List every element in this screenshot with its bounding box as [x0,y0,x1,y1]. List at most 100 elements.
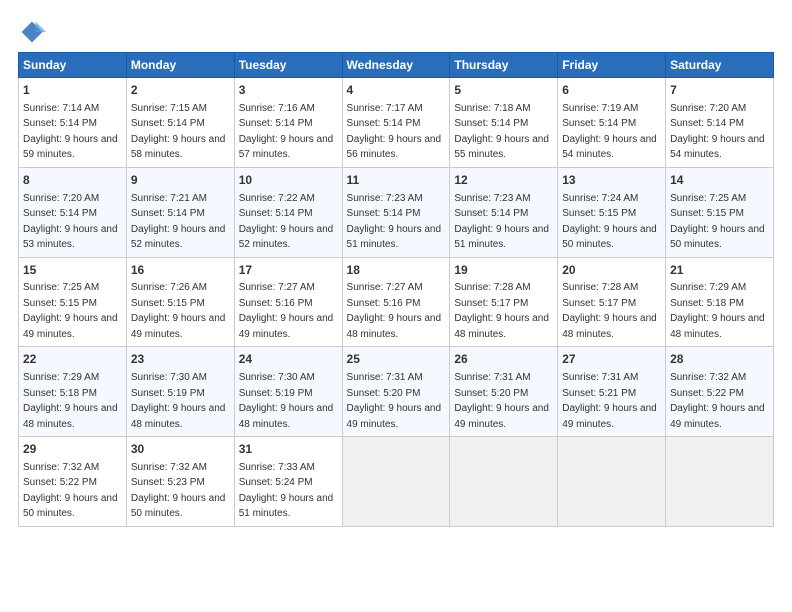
day-number: 3 [239,82,338,99]
day-detail: Sunrise: 7:26 AMSunset: 5:15 PMDaylight:… [131,282,226,340]
day-detail: Sunrise: 7:32 AMSunset: 5:22 PMDaylight:… [23,462,118,520]
day-cell: 27 Sunrise: 7:31 AMSunset: 5:21 PMDayligh… [558,347,666,437]
week-row-3: 15Sunrise: 7:25 AMSunset: 5:15 PMDayligh… [19,257,774,347]
day-cell: 12 Sunrise: 7:23 AMSunset: 5:14 PMDayligh… [450,167,558,257]
day-detail: Sunrise: 7:20 AMSunset: 5:14 PMDaylight:… [670,103,765,161]
col-header-wednesday: Wednesday [342,53,450,78]
day-cell: 8 Sunrise: 7:20 AMSunset: 5:14 PMDaylight… [19,167,127,257]
day-detail: Sunrise: 7:31 AMSunset: 5:21 PMDaylight:… [562,372,657,430]
day-number: 23 [131,351,230,368]
day-detail: Sunrise: 7:18 AMSunset: 5:14 PMDaylight:… [454,103,549,161]
week-row-4: 22Sunrise: 7:29 AMSunset: 5:18 PMDayligh… [19,347,774,437]
day-detail: Sunrise: 7:25 AMSunset: 5:15 PMDaylight:… [670,193,765,251]
day-cell: 22Sunrise: 7:29 AMSunset: 5:18 PMDayligh… [19,347,127,437]
day-cell: 1 Sunrise: 7:14 AMSunset: 5:14 PMDaylight… [19,78,127,168]
day-cell: 21 Sunrise: 7:29 AMSunset: 5:18 PMDayligh… [666,257,774,347]
day-number: 1 [23,82,122,99]
day-cell: 24 Sunrise: 7:30 AMSunset: 5:19 PMDayligh… [234,347,342,437]
day-detail: Sunrise: 7:33 AMSunset: 5:24 PMDaylight:… [239,462,334,520]
day-detail: Sunrise: 7:28 AMSunset: 5:17 PMDaylight:… [454,282,549,340]
day-cell: 9 Sunrise: 7:21 AMSunset: 5:14 PMDaylight… [126,167,234,257]
day-number: 8 [23,172,122,189]
day-cell: 16 Sunrise: 7:26 AMSunset: 5:15 PMDayligh… [126,257,234,347]
day-cell [450,437,558,527]
day-cell: 10Sunrise: 7:22 AMSunset: 5:14 PMDayligh… [234,167,342,257]
day-detail: Sunrise: 7:23 AMSunset: 5:14 PMDaylight:… [347,193,442,251]
col-header-sunday: Sunday [19,53,127,78]
day-cell: 31 Sunrise: 7:33 AMSunset: 5:24 PMDayligh… [234,437,342,527]
header-row: SundayMondayTuesdayWednesdayThursdayFrid… [19,53,774,78]
day-cell: 30 Sunrise: 7:32 AMSunset: 5:23 PMDayligh… [126,437,234,527]
day-number: 26 [454,351,553,368]
day-detail: Sunrise: 7:32 AMSunset: 5:23 PMDaylight:… [131,462,226,520]
week-row-5: 29Sunrise: 7:32 AMSunset: 5:22 PMDayligh… [19,437,774,527]
day-number: 21 [670,262,769,279]
day-number: 25 [347,351,446,368]
day-cell: 17 Sunrise: 7:27 AMSunset: 5:16 PMDayligh… [234,257,342,347]
day-detail: Sunrise: 7:31 AMSunset: 5:20 PMDaylight:… [454,372,549,430]
col-header-friday: Friday [558,53,666,78]
day-cell [342,437,450,527]
day-cell: 28Sunrise: 7:32 AMSunset: 5:22 PMDayligh… [666,347,774,437]
header [18,18,774,46]
day-detail: Sunrise: 7:19 AMSunset: 5:14 PMDaylight:… [562,103,657,161]
day-cell: 5Sunrise: 7:18 AMSunset: 5:14 PMDaylight… [450,78,558,168]
day-number: 2 [131,82,230,99]
day-number: 27 [562,351,661,368]
day-detail: Sunrise: 7:29 AMSunset: 5:18 PMDaylight:… [670,282,765,340]
day-detail: Sunrise: 7:20 AMSunset: 5:14 PMDaylight:… [23,193,118,251]
day-detail: Sunrise: 7:14 AMSunset: 5:14 PMDaylight:… [23,103,118,161]
day-number: 19 [454,262,553,279]
day-detail: Sunrise: 7:23 AMSunset: 5:14 PMDaylight:… [454,193,549,251]
day-cell: 14 Sunrise: 7:25 AMSunset: 5:15 PMDayligh… [666,167,774,257]
day-number: 4 [347,82,446,99]
day-cell: 13 Sunrise: 7:24 AMSunset: 5:15 PMDayligh… [558,167,666,257]
day-cell: 19 Sunrise: 7:28 AMSunset: 5:17 PMDayligh… [450,257,558,347]
logo-icon [18,18,46,46]
calendar-page: SundayMondayTuesdayWednesdayThursdayFrid… [0,0,792,612]
day-detail: Sunrise: 7:25 AMSunset: 5:15 PMDaylight:… [23,282,118,340]
day-number: 24 [239,351,338,368]
day-cell: 23 Sunrise: 7:30 AMSunset: 5:19 PMDayligh… [126,347,234,437]
day-detail: Sunrise: 7:30 AMSunset: 5:19 PMDaylight:… [239,372,334,430]
day-number: 9 [131,172,230,189]
day-number: 31 [239,441,338,458]
day-number: 20 [562,262,661,279]
col-header-tuesday: Tuesday [234,53,342,78]
day-cell: 4 Sunrise: 7:17 AMSunset: 5:14 PMDaylight… [342,78,450,168]
day-cell: 25Sunrise: 7:31 AMSunset: 5:20 PMDayligh… [342,347,450,437]
day-cell: 26 Sunrise: 7:31 AMSunset: 5:20 PMDayligh… [450,347,558,437]
day-cell: 3 Sunrise: 7:16 AMSunset: 5:14 PMDaylight… [234,78,342,168]
day-cell: 11 Sunrise: 7:23 AMSunset: 5:14 PMDayligh… [342,167,450,257]
day-detail: Sunrise: 7:16 AMSunset: 5:14 PMDaylight:… [239,103,334,161]
day-detail: Sunrise: 7:21 AMSunset: 5:14 PMDaylight:… [131,193,226,251]
day-number: 7 [670,82,769,99]
day-detail: Sunrise: 7:30 AMSunset: 5:19 PMDaylight:… [131,372,226,430]
day-number: 11 [347,172,446,189]
week-row-2: 8 Sunrise: 7:20 AMSunset: 5:14 PMDaylight… [19,167,774,257]
day-number: 22 [23,351,122,368]
day-detail: Sunrise: 7:28 AMSunset: 5:17 PMDaylight:… [562,282,657,340]
day-cell: 18 Sunrise: 7:27 AMSunset: 5:16 PMDayligh… [342,257,450,347]
day-cell: 7 Sunrise: 7:20 AMSunset: 5:14 PMDaylight… [666,78,774,168]
day-cell: 29Sunrise: 7:32 AMSunset: 5:22 PMDayligh… [19,437,127,527]
day-number: 14 [670,172,769,189]
day-detail: Sunrise: 7:24 AMSunset: 5:15 PMDaylight:… [562,193,657,251]
day-number: 18 [347,262,446,279]
col-header-saturday: Saturday [666,53,774,78]
day-number: 16 [131,262,230,279]
day-cell [666,437,774,527]
day-cell: 15Sunrise: 7:25 AMSunset: 5:15 PMDayligh… [19,257,127,347]
day-number: 17 [239,262,338,279]
col-header-monday: Monday [126,53,234,78]
day-number: 12 [454,172,553,189]
day-cell: 20 Sunrise: 7:28 AMSunset: 5:17 PMDayligh… [558,257,666,347]
day-detail: Sunrise: 7:27 AMSunset: 5:16 PMDaylight:… [347,282,442,340]
day-cell: 6Sunrise: 7:19 AMSunset: 5:14 PMDaylight… [558,78,666,168]
day-number: 13 [562,172,661,189]
logo [18,18,50,46]
day-detail: Sunrise: 7:17 AMSunset: 5:14 PMDaylight:… [347,103,442,161]
week-row-1: 1 Sunrise: 7:14 AMSunset: 5:14 PMDaylight… [19,78,774,168]
day-number: 30 [131,441,230,458]
day-detail: Sunrise: 7:27 AMSunset: 5:16 PMDaylight:… [239,282,334,340]
